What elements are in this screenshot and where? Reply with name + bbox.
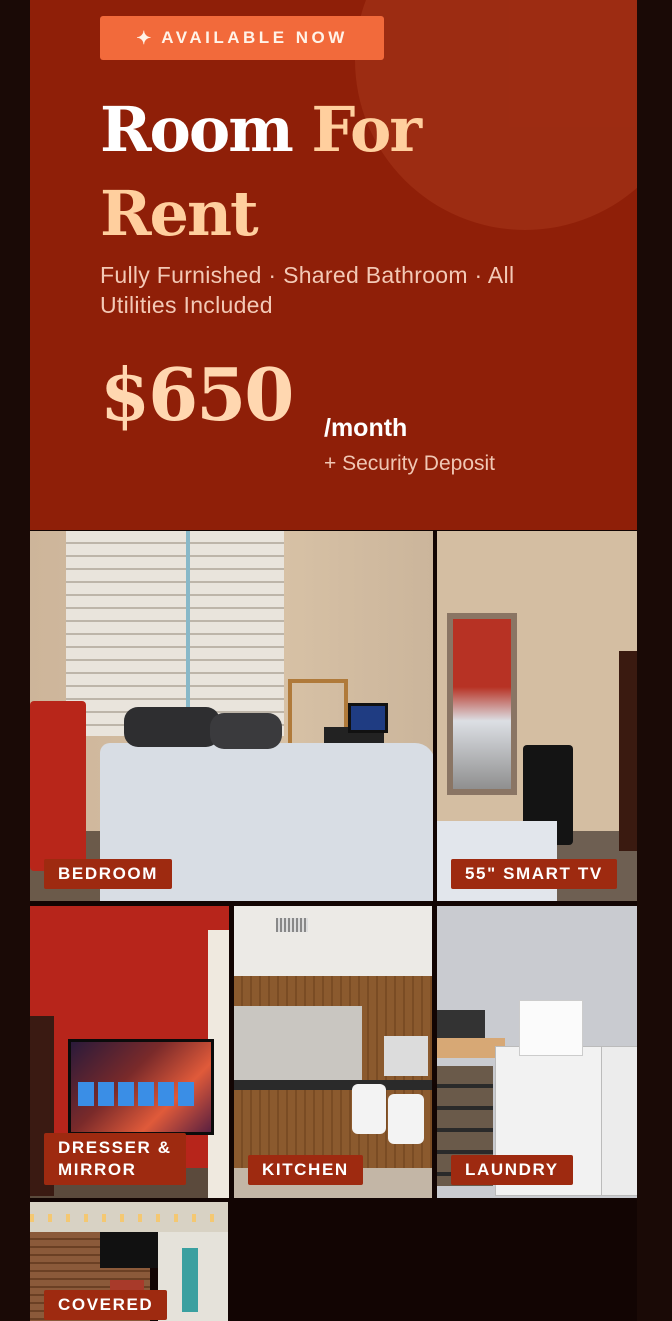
kitchen-photo[interactable]: KITCHEN [234,906,432,1198]
tv-room-scene [437,531,637,901]
photo-label-bedroom: BEDROOM [44,859,172,889]
badge-label: AVAILABLE NOW [161,28,348,47]
listing-page: ✦ AVAILABLE NOW Room For Rent Fully Furni… [30,0,637,1321]
dresser-mirror-photo[interactable]: DRESSER & MIRROR [30,906,229,1198]
smart-tv-photo[interactable]: 55" SMART TV [437,531,637,901]
listing-subtitle: Fully Furnished · Shared Bathroom · All … [100,262,515,318]
availability-badge: ✦ AVAILABLE NOW [100,16,384,60]
bedroom-scene [30,531,433,901]
sparkle-icon: ✦ [136,27,152,48]
title-part-rent: Rent [100,177,259,250]
bedroom-photo[interactable]: BEDROOM [30,531,433,901]
laundry-photo[interactable]: LAUNDRY [437,906,637,1198]
photo-label-covered: COVERED [44,1290,168,1320]
hero-section: ✦ AVAILABLE NOW Room For Rent Fully Furni… [30,0,637,530]
covered-patio-photo[interactable]: COVERED [30,1202,228,1321]
title-part-room: Room [100,93,312,166]
photo-label-kitchen: KITCHEN [248,1155,363,1185]
deposit-note: + Security Deposit [324,452,495,475]
photo-label-smart-tv: 55" SMART TV [451,859,617,889]
price-amount: $650 [100,352,294,437]
photo-label-dresser-mirror: DRESSER & MIRROR [44,1133,186,1185]
page-title: Room For Rent [100,88,560,256]
title-part-for: For [311,93,422,166]
photo-label-laundry: LAUNDRY [451,1155,573,1185]
price-period: /month [324,414,408,442]
